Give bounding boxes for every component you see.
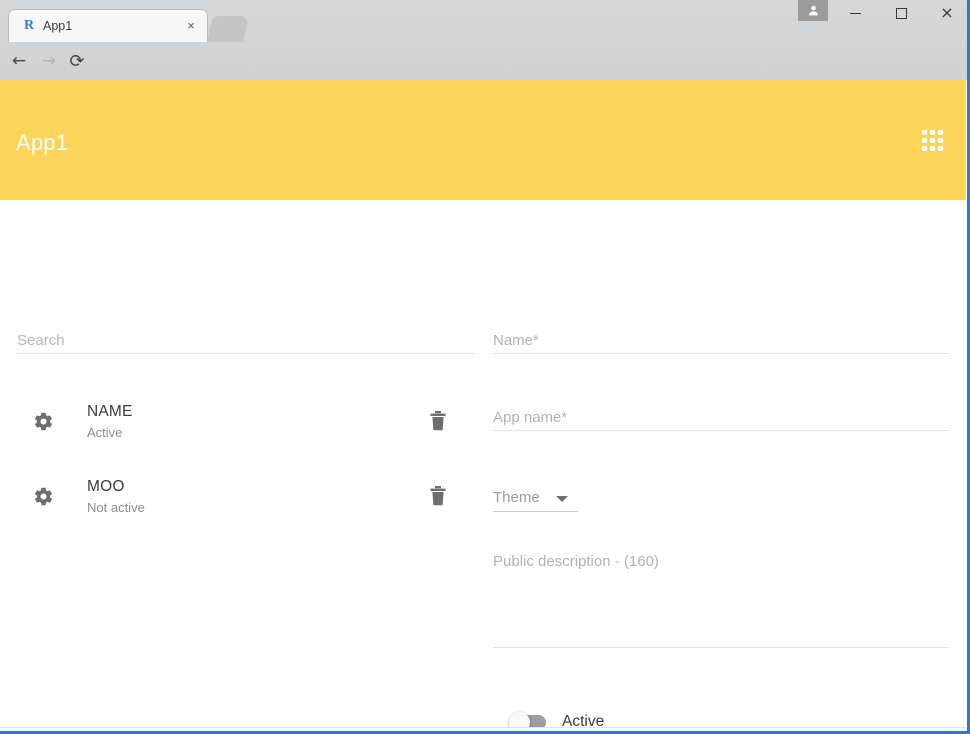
list-item[interactable]: NAME Active — [0, 384, 490, 459]
grid-dot — [930, 130, 935, 135]
grid-dot — [938, 146, 943, 151]
back-button[interactable]: ← — [6, 48, 32, 74]
content-bottom-divider — [0, 727, 966, 728]
app-list-panel: NAME Active — [0, 200, 490, 728]
react-icon: R — [23, 18, 35, 33]
apps-grid-icon[interactable] — [922, 130, 944, 152]
tab-strip: R App1 × × — [0, 0, 970, 42]
browser-window: R App1 × × ← → ⟳ App1 Search NAME Active… — [0, 0, 970, 734]
browser-chrome: R App1 × × ← → ⟳ — [0, 0, 970, 113]
maximize-icon — [895, 7, 907, 19]
name-field-wrap — [493, 328, 949, 354]
browser-toolbar: ← → ⟳ localhost:2403/dashboard/settings — [0, 42, 970, 113]
app-title: App1 — [16, 130, 69, 155]
app-name-field-wrap — [493, 405, 949, 431]
search-underline — [17, 353, 475, 354]
person-icon[interactable] — [798, 0, 828, 21]
reload-button[interactable]: ⟳ — [64, 48, 90, 74]
chevron-down-icon — [556, 496, 568, 502]
page-viewport: App1 Search NAME Active MOO Not active N… — [0, 80, 966, 728]
theme-select[interactable]: Theme — [493, 486, 578, 512]
list-item-title: NAME — [87, 403, 133, 420]
list-item[interactable]: MOO Not active — [0, 459, 490, 534]
list-item-title: MOO — [87, 478, 125, 495]
forward-button[interactable]: → — [36, 48, 62, 74]
list-item-texts: MOO Not active — [87, 477, 145, 517]
page-content: NAME Active — [0, 200, 966, 728]
active-toggle[interactable]: Active — [509, 709, 605, 728]
grid-dot — [922, 130, 927, 135]
minimize-icon — [849, 12, 861, 14]
grid-dot — [922, 146, 927, 151]
gear-icon[interactable] — [32, 485, 54, 507]
status-badge: Active — [87, 425, 123, 440]
grid-dot — [938, 130, 943, 135]
trash-icon[interactable] — [427, 410, 449, 432]
trash-icon[interactable] — [427, 485, 449, 507]
grid-dot — [930, 146, 935, 151]
window-close-button[interactable]: × — [924, 0, 970, 26]
status-badge: Not active — [87, 500, 145, 515]
app-name-underline — [493, 430, 949, 431]
browser-tab[interactable]: R App1 × — [8, 9, 208, 42]
close-icon[interactable]: × — [183, 18, 199, 34]
app-header-bar: App1 — [0, 80, 966, 200]
app-name-field[interactable] — [493, 405, 949, 430]
toggle-knob — [509, 711, 530, 728]
new-tab-button[interactable] — [207, 16, 249, 42]
maximize-button[interactable] — [878, 0, 924, 26]
window-close-icon: × — [940, 3, 954, 22]
search-input[interactable] — [17, 328, 475, 353]
gear-icon[interactable] — [32, 410, 54, 432]
app-list: NAME Active MOO Not active — [0, 384, 490, 534]
grid-dot — [938, 138, 943, 143]
app-form-panel: Theme Active SUBMIT RESET — [493, 200, 966, 728]
name-underline — [493, 353, 949, 354]
minimize-button[interactable] — [832, 0, 878, 26]
toggle-track — [509, 711, 546, 728]
name-field[interactable] — [493, 328, 949, 353]
active-toggle-label: Active — [562, 713, 605, 728]
public-description-field[interactable] — [493, 552, 949, 634]
grid-dot — [930, 138, 935, 143]
theme-underline — [493, 511, 578, 512]
description-underline — [493, 647, 949, 648]
theme-select-label: Theme — [493, 489, 540, 506]
description-field-wrap — [493, 552, 949, 648]
search-field-wrap — [17, 328, 475, 354]
grid-dot — [922, 138, 927, 143]
tab-title: App1 — [43, 19, 73, 33]
list-item-texts: NAME Active — [87, 402, 133, 442]
